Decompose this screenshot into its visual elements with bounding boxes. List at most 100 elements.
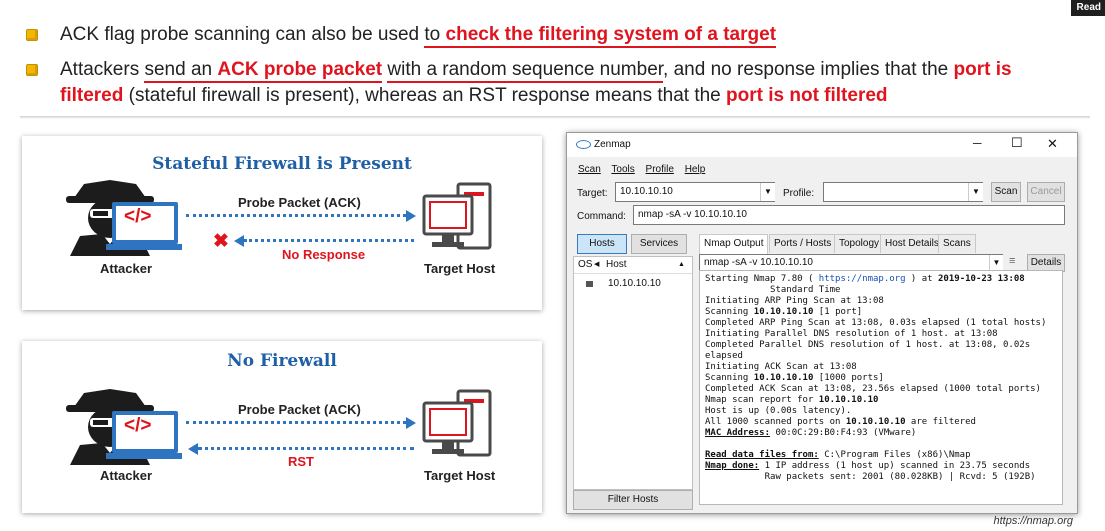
attacker-label: Attacker — [100, 468, 153, 483]
output-line: Completed Parallel DNS resolution of 1 h… — [705, 340, 1057, 351]
output-segment: are filtered — [905, 417, 976, 427]
response-arrow — [244, 239, 414, 242]
col-os: OS — [578, 259, 593, 270]
diagram-stateful-firewall: Stateful Firewall is Present </> Attacke… — [22, 136, 542, 310]
output-line: Host is up (0.00s latency). — [705, 406, 1057, 417]
col-host: Host — [606, 259, 627, 270]
divider — [20, 116, 1090, 119]
diagram-title: No Firewall — [227, 351, 337, 371]
output-line — [705, 439, 1057, 450]
command-label: Command: — [577, 211, 626, 222]
cancel-button[interactable]: Cancel — [1027, 182, 1065, 202]
hosts-button[interactable]: Hosts — [577, 234, 627, 254]
bullet-marker — [26, 29, 38, 41]
response-arrow — [198, 447, 414, 450]
attacker-label: Attacker — [100, 261, 153, 276]
close-icon[interactable]: ✕ — [1047, 136, 1058, 152]
bullet-text-segment: send an — [144, 59, 218, 83]
output-segment: Nmap done: — [705, 461, 760, 471]
profile-dropdown-chevron-icon[interactable]: ▼ — [968, 183, 983, 201]
output-segment: Raw packets sent: 2001 (80.028KB) | Rcvd… — [705, 472, 1036, 482]
bullet-marker — [26, 64, 38, 76]
tab-topology[interactable]: Topology — [834, 234, 885, 253]
output-segment: Starting Nmap 7.80 ( — [705, 274, 819, 284]
bullet-text-2-continued: filtered (stateful firewall is present),… — [60, 82, 888, 109]
output-segment: Scanning — [705, 373, 754, 383]
output-segment: Standard Time — [705, 285, 841, 295]
host-row[interactable]: 10.10.10.10 — [574, 277, 692, 291]
output-segment: Scanning — [705, 307, 754, 317]
bullet-text-segment: to — [424, 24, 446, 48]
probe-label: Probe Packet (ACK) — [238, 402, 361, 417]
output-segment: [1 port] — [813, 307, 863, 317]
menu-scan[interactable]: Scan — [578, 164, 601, 175]
sort-up-icon: ▲ — [678, 261, 685, 268]
scan-button[interactable]: Scan — [991, 182, 1021, 202]
filter-hosts-button[interactable]: Filter Hosts — [573, 490, 693, 510]
tab-host-details[interactable]: Host Details — [880, 234, 944, 253]
output-segment: 00:0C:29:B0:F4:93 (VMware) — [770, 428, 917, 438]
bullet-text-segment: Attackers — [60, 59, 145, 80]
output-line: Nmap done: 1 IP address (1 host up) scan… — [705, 461, 1057, 472]
output-segment: Nmap scan report for — [705, 395, 819, 405]
target-label: Target Host — [424, 468, 496, 483]
output-segment: 1 IP address (1 host up) scanned in 23.7… — [759, 461, 1031, 471]
tab-bar: Nmap Output Ports / Hosts Topology Host … — [699, 234, 1063, 254]
output-line: MAC Address: 00:0C:29:B0:F4:93 (VMware) — [705, 428, 1057, 439]
tab-ports-hosts[interactable]: Ports / Hosts — [769, 234, 837, 253]
output-line: Initiating ACK Scan at 13:08 — [705, 362, 1057, 373]
output-line: Scanning 10.10.10.10 [1000 ports] — [705, 373, 1057, 384]
menu-tools[interactable]: Tools — [611, 164, 634, 175]
bullet-text-segment: port is — [953, 59, 1012, 80]
tab-scans[interactable]: Scans — [938, 234, 976, 253]
host-item: 10.10.10.10 — [608, 278, 661, 289]
host-list-header[interactable]: OS ◀ Host ▲ — [574, 257, 692, 274]
output-segment: Host is up (0.00s latency). — [705, 406, 852, 416]
output-line: Initiating Parallel DNS resolution of 1 … — [705, 329, 1057, 340]
output-line: Read data files from: C:\Program Files (… — [705, 450, 1057, 461]
bullet-text-segment: (stateful firewall is present), whereas … — [123, 85, 727, 106]
hacker-icon — [62, 387, 182, 465]
services-button[interactable]: Services — [631, 234, 687, 254]
code-glyph: </> — [124, 206, 152, 227]
menu-profile[interactable]: Profile — [646, 164, 674, 175]
maximize-icon[interactable]: ☐ — [1011, 135, 1023, 151]
output-segment: 10.10.10.10 — [753, 373, 814, 383]
output-select-chevron-icon[interactable]: ▼ — [989, 255, 1003, 271]
output-line: Scanning 10.10.10.10 [1 port] — [705, 307, 1057, 318]
zenmap-window: Zenmap ─ ☐ ✕ Scan Tools Profile Help Tar… — [566, 132, 1078, 514]
window-title: Zenmap — [594, 139, 631, 150]
output-segment: 10.10.10.10 — [753, 307, 814, 317]
output-segment: Completed Parallel DNS resolution of 1 h… — [705, 340, 1031, 350]
minimize-icon[interactable]: ─ — [973, 136, 982, 150]
output-line: Starting Nmap 7.80 ( https://nmap.org ) … — [705, 274, 1057, 285]
output-segment: [1000 ports] — [813, 373, 884, 383]
bullet-text-1: ACK flag probe scanning can also be used… — [60, 21, 777, 48]
profile-select[interactable] — [823, 182, 983, 202]
output-segment: https://nmap.org — [818, 274, 906, 284]
output-segment: Initiating ACK Scan at 13:08 — [705, 362, 857, 372]
target-label: Target: — [577, 188, 608, 199]
response-arrowhead — [188, 443, 198, 455]
target-input[interactable]: 10.10.10.10 — [615, 182, 775, 202]
nmap-output-text[interactable]: Starting Nmap 7.80 ( https://nmap.org ) … — [699, 270, 1063, 505]
menu-lines-icon[interactable]: ≡ — [1009, 255, 1015, 267]
server-icon — [420, 389, 500, 464]
bullet-text-2: Attackers send an ACK probe packet with … — [60, 56, 1012, 83]
blocked-x-icon: ✖ — [213, 231, 229, 252]
diagram-title: Stateful Firewall is Present — [152, 154, 412, 174]
output-line: Raw packets sent: 2001 (80.028KB) | Rcvd… — [705, 472, 1057, 483]
target-dropdown-chevron-icon[interactable]: ▼ — [760, 183, 775, 201]
output-segment: 10.10.10.10 — [845, 417, 906, 427]
code-glyph: </> — [124, 415, 152, 436]
menu-help[interactable]: Help — [685, 164, 706, 175]
output-segment: 2019-10-23 13:08 — [938, 274, 1025, 284]
response-label: No Response — [282, 247, 366, 262]
zenmap-eye-icon — [576, 140, 591, 149]
response-label: RST — [288, 454, 314, 469]
tab-nmap-output[interactable]: Nmap Output — [699, 234, 769, 254]
command-input[interactable]: nmap -sA -v 10.10.10.10 — [633, 205, 1065, 225]
bullet-text-segment: ACK flag probe scanning can also be used — [60, 24, 425, 45]
bullet-text-segment: , and no response implies that the — [663, 59, 954, 80]
bullet-text-segment: port is not filtered — [726, 85, 888, 106]
